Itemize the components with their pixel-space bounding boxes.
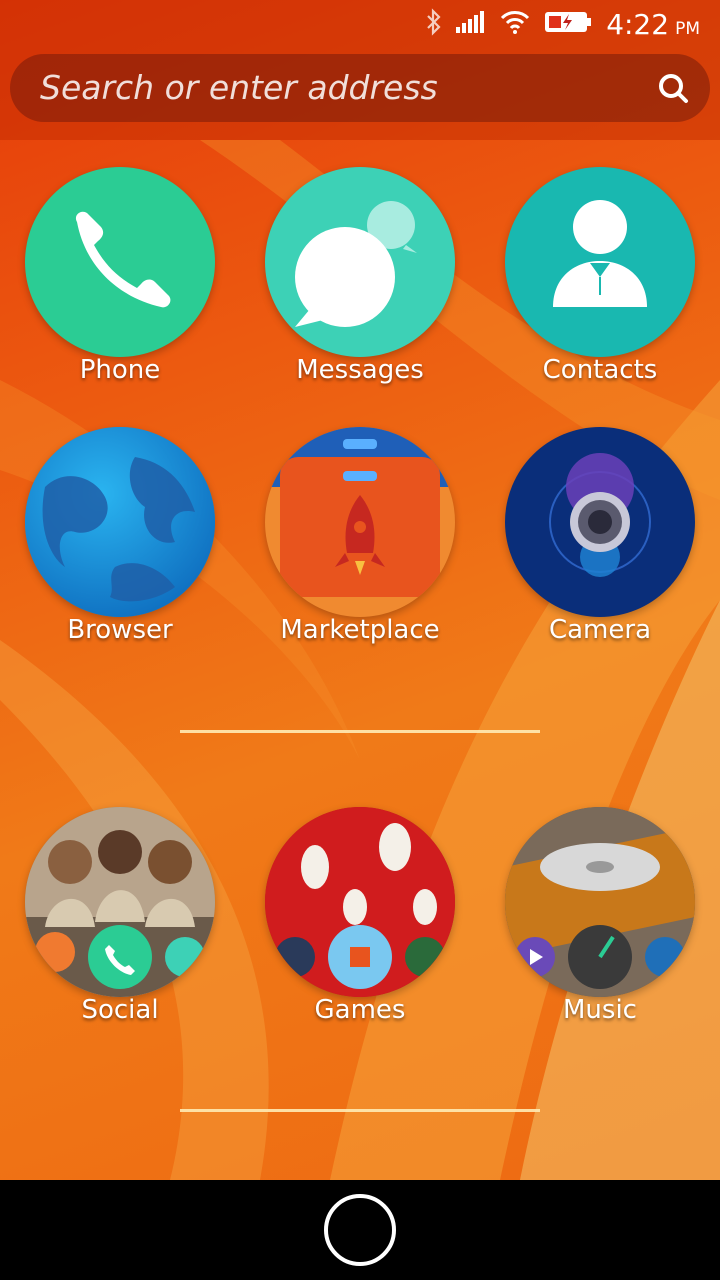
signal-icon <box>456 10 486 38</box>
messages-icon[interactable] <box>265 167 455 357</box>
social-collection-icon[interactable] <box>25 807 215 997</box>
app-contacts[interactable]: Contacts <box>500 167 700 407</box>
app-browser[interactable]: Browser <box>20 427 220 667</box>
section-divider <box>180 1109 540 1112</box>
collection-social[interactable]: Social <box>20 807 220 1047</box>
app-messages[interactable]: Messages <box>260 167 460 407</box>
app-camera[interactable]: Camera <box>500 427 700 667</box>
app-label: Phone <box>79 355 161 385</box>
app-label: Games <box>314 995 406 1025</box>
browser-globe-icon[interactable] <box>25 427 215 617</box>
section-divider <box>180 730 540 733</box>
app-label: Camera <box>548 615 652 645</box>
app-label: Messages <box>296 355 424 385</box>
navigation-bar <box>0 1180 720 1280</box>
app-label: Social <box>81 995 159 1025</box>
bluetooth-icon <box>426 8 442 40</box>
wifi-icon <box>500 10 530 38</box>
search-bar[interactable]: Search or enter address <box>10 54 710 122</box>
camera-icon[interactable] <box>505 427 695 617</box>
collection-games[interactable]: Games <box>260 807 460 1047</box>
contacts-icon[interactable] <box>505 167 695 357</box>
games-collection-icon[interactable] <box>265 807 455 997</box>
home-button-icon[interactable] <box>324 1194 396 1266</box>
clock-ampm: PM <box>675 18 700 39</box>
app-phone[interactable]: Phone <box>20 167 220 407</box>
music-collection-icon[interactable] <box>505 807 695 997</box>
marketplace-rocket-icon[interactable] <box>265 427 455 617</box>
app-label: Contacts <box>542 355 658 385</box>
app-marketplace[interactable]: Marketplace <box>260 427 460 667</box>
status-bar: 4:22 PM <box>0 0 720 48</box>
phone-icon[interactable] <box>25 167 215 357</box>
app-label: Marketplace <box>280 615 440 645</box>
clock-time: 4:22 <box>606 7 670 41</box>
collection-music[interactable]: Music <box>500 807 700 1047</box>
app-label: Browser <box>67 615 173 645</box>
battery-icon <box>544 10 592 38</box>
app-label: Music <box>563 995 637 1025</box>
search-placeholder: Search or enter address <box>40 68 438 107</box>
search-icon[interactable] <box>656 71 690 109</box>
